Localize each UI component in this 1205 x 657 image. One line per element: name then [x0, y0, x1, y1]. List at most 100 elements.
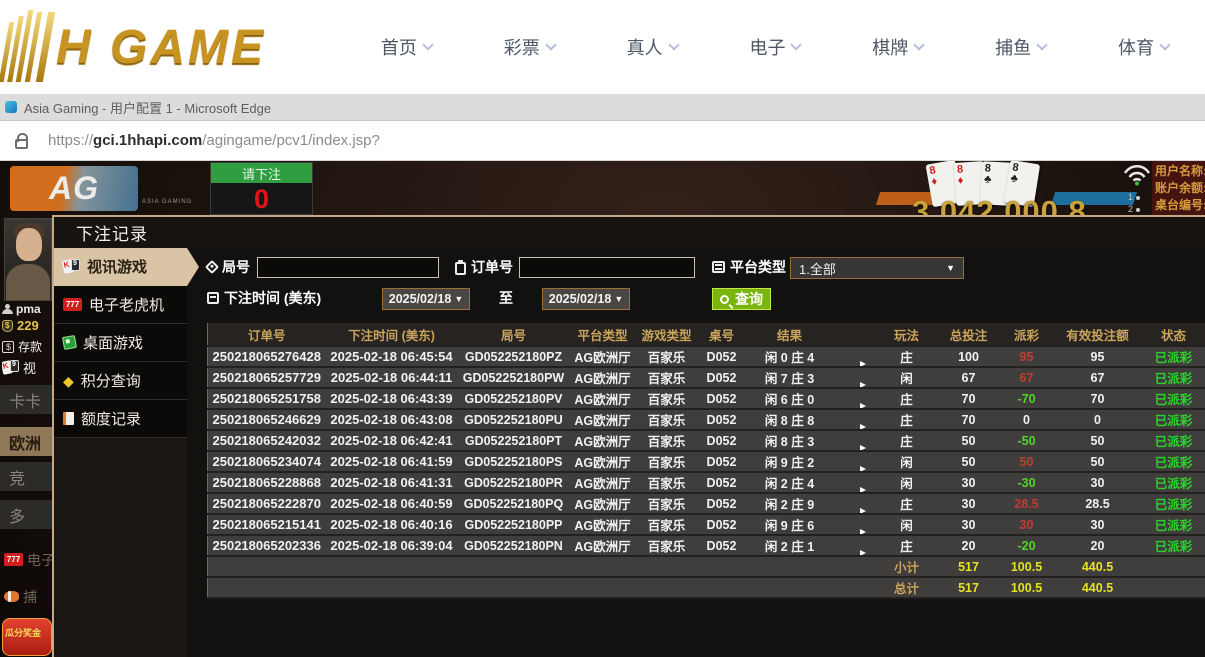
cell-round: GD052252180PZ: [458, 346, 570, 367]
info-username-label: 用户名称:: [1155, 163, 1205, 180]
cell-result: 闲 9 庄 2: [746, 451, 834, 472]
round-no-input[interactable]: [257, 257, 439, 278]
total-row: 总计 517 100.5 440.5: [208, 577, 1205, 598]
cell-total-bet: 30: [940, 493, 998, 514]
cell-play-type: 庄: [874, 430, 940, 451]
cell-platform: AG欧洲厅: [570, 346, 636, 367]
video-games-tab[interactable]: K9 视: [2, 358, 54, 377]
cell-time: 2025-02-18 06:40:59: [326, 493, 458, 514]
cell-time: 2025-02-18 06:43:08: [326, 409, 458, 430]
cell-round: GD052252180PP: [458, 514, 570, 535]
cell-play-type: 庄: [874, 409, 940, 430]
bet-countdown-box: 请下注 0: [210, 162, 313, 215]
lobby-menu-item-active[interactable]: 欧洲: [0, 427, 52, 456]
address-bar[interactable]: https://gci.1hhapi.com/agingame/pcv1/ind…: [0, 120, 1205, 161]
col-game-type: 游戏类型: [636, 323, 698, 346]
cell-round: GD052252180PU: [458, 409, 570, 430]
cell-result: 闲 0 庄 4: [746, 346, 834, 367]
cell-game-type: 百家乐: [636, 367, 698, 388]
date-from-select[interactable]: 2025/02/18 ▼: [382, 288, 470, 310]
cell-game-type: 百家乐: [636, 346, 698, 367]
document-icon: [63, 412, 74, 425]
cell-total-bet: 30: [940, 514, 998, 535]
total-bet: 517: [940, 577, 998, 598]
cell-order: 250218065257729: [208, 367, 326, 388]
filter-row-2: 下注时间 (美东) 2025/02/18 ▼ 至 2025/02/18 ▼: [187, 288, 1205, 312]
lock-icon[interactable]: [15, 139, 28, 149]
cell-status: 已派彩: [1140, 535, 1205, 556]
cell-order: 250218065234074: [208, 451, 326, 472]
sidebar-item-video-games[interactable]: K9 视讯游戏: [54, 248, 187, 286]
nav-label: 真人: [627, 34, 663, 60]
order-no-input[interactable]: [519, 257, 695, 278]
cell-play-type: 闲: [874, 472, 940, 493]
cards-icon: K9: [63, 259, 80, 275]
sidebar-item-table-games[interactable]: 桌面游戏: [54, 324, 187, 362]
cell-replay: [834, 493, 874, 514]
date-to-value: 2025/02/18: [549, 292, 612, 306]
cell-table-no: D052: [698, 346, 746, 367]
search-button-label: 查询: [735, 289, 763, 309]
lobby-menu-item[interactable]: 多: [0, 500, 52, 529]
clipboard-icon: [455, 262, 466, 275]
subtotal-row: 小计 517 100.5 440.5: [208, 556, 1205, 577]
info-table-label: 桌台编号:: [1155, 197, 1205, 214]
logo-text: H GAME: [56, 20, 266, 75]
nav-item-sports[interactable]: 体育: [1118, 34, 1169, 60]
cell-status: 已派彩: [1140, 514, 1205, 535]
cell-platform: AG欧洲厅: [570, 388, 636, 409]
dropdown-arrow-icon: ▼: [946, 263, 955, 273]
deposit-button[interactable]: 存款: [2, 338, 54, 355]
subtotal-payout: 100.5: [998, 556, 1056, 577]
cell-table-no: D052: [698, 472, 746, 493]
dropdown-arrow-icon: ▼: [454, 294, 463, 304]
sidebar-item-credit-records[interactable]: 额度记录: [54, 400, 187, 438]
col-total-bet: 总投注: [940, 323, 998, 346]
lobby-menu-item[interactable]: 竞: [0, 462, 52, 491]
nav-label: 棋牌: [872, 34, 908, 60]
cell-time: 2025-02-18 06:39:04: [326, 535, 458, 556]
nav-item-home[interactable]: 首页: [381, 34, 432, 60]
sidebar-item-points[interactable]: ◆ 积分查询: [54, 362, 187, 400]
lobby-menu-item-fishing[interactable]: 捕: [0, 582, 52, 611]
url-path: /agingame/pcv1/index.jsp?: [202, 132, 380, 149]
lobby-menu-item-slots[interactable]: 电子: [0, 545, 52, 574]
chevron-down-icon: [422, 39, 433, 50]
money-bag-icon: [2, 320, 13, 332]
cell-replay: [834, 430, 874, 451]
nav-label: 彩票: [504, 34, 540, 60]
site-logo: H GAME: [0, 4, 330, 90]
search-button[interactable]: 查询: [712, 288, 771, 310]
nav-item-board[interactable]: 棋牌: [872, 34, 923, 60]
date-to-select[interactable]: 2025/02/18 ▼: [542, 288, 630, 310]
platform-value: 1.全部: [799, 259, 836, 278]
nav-item-slots[interactable]: 电子: [749, 34, 800, 60]
table-row: 250218065222870 2025-02-18 06:40:59 GD05…: [208, 493, 1205, 514]
promo-banner[interactable]: 瓜分奖金: [2, 618, 52, 656]
search-icon: [720, 295, 729, 304]
cell-total-bet: 50: [940, 430, 998, 451]
cell-payout: 50: [998, 451, 1056, 472]
avatar[interactable]: [4, 218, 52, 301]
screen: H GAME 首页 彩票 真人 电子 棋牌 捕鱼 体育 Asia Gaming …: [0, 0, 1205, 657]
cell-status: 已派彩: [1140, 493, 1205, 514]
site-header: H GAME 首页 彩票 真人 电子 棋牌 捕鱼 体育: [0, 0, 1205, 94]
modal-content: 局号 订单号 平台类型 1.全部: [187, 248, 1205, 657]
nav-label: 电子: [749, 34, 785, 60]
deposit-label: 存款: [18, 338, 42, 355]
cell-replay: [834, 472, 874, 493]
cell-game-type: 百家乐: [636, 430, 698, 451]
cell-replay: [834, 367, 874, 388]
lobby-menu-item[interactable]: 卡卡: [0, 385, 52, 414]
nav-item-lottery[interactable]: 彩票: [504, 34, 555, 60]
cards-icon: K9: [2, 360, 19, 376]
platform-select[interactable]: 1.全部 ▼: [790, 257, 964, 279]
nav-item-fishing[interactable]: 捕鱼: [995, 34, 1046, 60]
sidebar-item-slots[interactable]: 电子老虎机: [54, 286, 187, 324]
cell-payout: -50: [998, 430, 1056, 451]
wifi-icon: [1122, 164, 1152, 191]
nav-item-live[interactable]: 真人: [627, 34, 678, 60]
cell-table-no: D052: [698, 493, 746, 514]
bet-table-wrap: 订单号 下注时间 (美东) 局号 平台类型 游戏类型 桌号 结果 玩法 总: [207, 323, 1205, 599]
sidebar-item-label: 桌面游戏: [83, 332, 143, 353]
